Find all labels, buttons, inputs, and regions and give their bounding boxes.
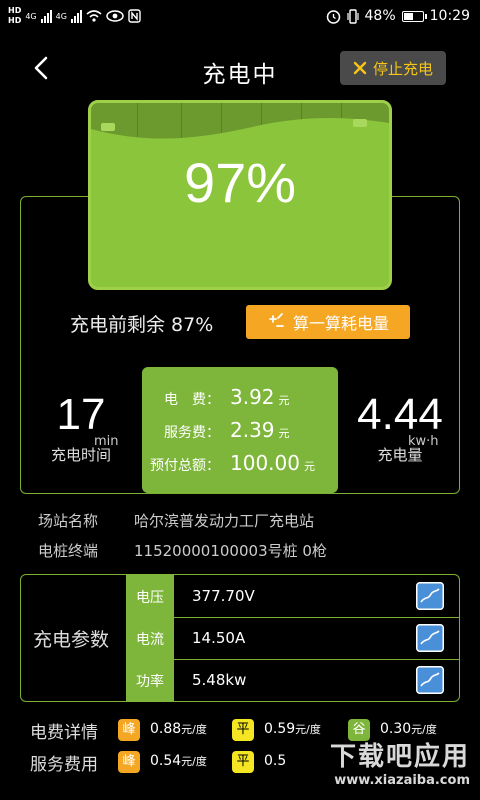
fee-key: 服务费： [164,425,220,441]
pre-charge-remaining: 充电前剩余 87% [70,314,214,336]
calculate-consumption-label: 算一算耗电量 [292,314,389,333]
station-name-value: 哈尔滨普发动力工厂充电站 [134,512,315,530]
chart-icon[interactable] [416,624,444,652]
fee-row: 预付总额： 100.00 元 [142,451,338,475]
hd-label: HD [8,6,22,15]
param-value: 5.48kw [192,671,247,689]
fee-unit: 元 [278,427,290,440]
terminal-label: 电桩终端 [38,542,99,560]
charge-time-unit: min [94,434,119,449]
chart-icon[interactable] [416,582,444,610]
status-right: 48% 10:29 [326,8,470,24]
charge-amount-value: 4.44 [357,390,443,439]
close-icon [353,61,367,75]
hd-label: HD [8,16,22,25]
watermark: 下载吧应用 www.xiazaiba.com [290,736,470,792]
peak-tag: 峰 [118,719,140,741]
station-name-label: 场站名称 [38,512,99,530]
tariff-label: 服务费用 [30,755,98,775]
fee-value: 2.39 [230,418,275,442]
tariff-value: 0.59元/度 [264,721,321,737]
fee-summary: 电 费： 3.92 元 服务费： 2.39 元 预付总额： 100.00 元 [142,367,338,493]
fee-row: 电 费： 3.92 元 [142,385,338,409]
watermark-text: 下载吧应用 [329,742,470,772]
flat-tag: 平 [232,751,254,773]
charge-time-stat: 17 min 充电时间 [36,390,126,465]
charge-time-value: 17 [56,390,106,439]
network-type: 4G [25,11,37,21]
tariff-value: 0.30元/度 [380,721,437,737]
clock: 10:29 [429,8,470,24]
station-name-row: 场站名称 哈尔滨普发动力工厂充电站 [38,510,314,531]
nfc-icon [128,9,141,23]
fee-value: 100.00 [230,451,300,475]
tariff-value: 0.54元/度 [150,753,207,769]
fee-value: 3.92 [230,385,275,409]
param-value: 14.50A [192,629,246,647]
watermark-url: www.xiazaiba.com [334,773,470,788]
vibrate-icon [346,8,359,24]
wifi-icon [86,10,102,22]
calculate-consumption-button[interactable]: 算一算耗电量 [246,305,410,339]
param-key: 功率 [136,674,164,690]
terminal-row: 电桩终端 11520000100003号桩 0枪 [38,540,327,561]
fee-key: 电 费： [164,392,220,408]
tariff-label: 电费详情 [30,723,98,743]
chart-icon[interactable] [416,666,444,694]
params-title: 充电参数 [33,629,110,651]
tariff-value: 0.88元/度 [150,721,207,737]
fee-unit: 元 [278,394,290,407]
charge-amount-unit: kw·h [408,434,439,449]
tariff-value: 0.5 [264,753,287,769]
status-left: HD HD 4G 4G [8,6,141,26]
flat-tag: 平 [232,719,254,741]
divider [174,617,460,618]
signal-icon [70,9,82,23]
alarm-icon [326,9,340,24]
param-key: 电流 [136,632,164,648]
stop-charging-button[interactable]: 停止充电 [340,51,446,85]
fee-row: 服务费： 2.39 元 [142,418,338,442]
charge-percent: 97% [183,151,297,214]
network-type: 4G [55,11,67,21]
charge-amount-stat: 4.44 kw·h 充电量 [350,390,450,465]
peak-tag: 峰 [118,751,140,773]
status-bar: HD HD 4G 4G 48% 10:29 [0,0,480,36]
fee-key: 预付总额： [150,458,220,474]
fee-unit: 元 [303,460,315,473]
signal-icon [40,9,52,23]
divider [174,659,460,660]
param-key: 电压 [136,590,164,606]
battery-percent: 48% [364,8,396,24]
eye-icon [106,10,124,22]
calculator-icon [269,313,284,327]
param-value: 377.70V [192,587,255,605]
battery-icon [401,10,427,22]
terminal-value: 11520000100003号桩 0枪 [134,542,327,560]
stop-charging-label: 停止充电 [372,59,433,78]
